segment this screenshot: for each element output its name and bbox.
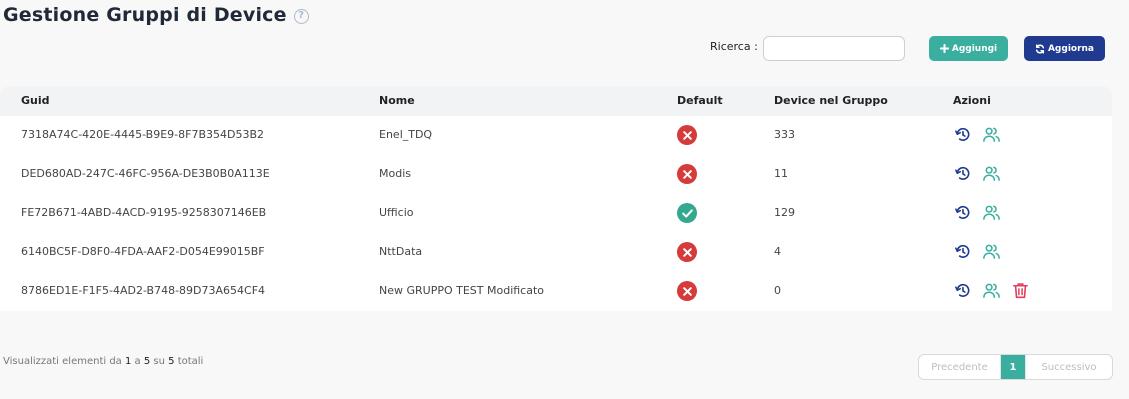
cell-guid: DED680AD-247C-46FC-956A-DE3B0B0A113E — [21, 167, 270, 180]
x-circle-icon — [677, 242, 697, 262]
trash-icon — [1011, 281, 1030, 300]
column-header-default[interactable]: Default — [677, 94, 723, 107]
table-row: 8786ED1E-F1F5-4AD2-B748-89D73A654CF4 New… — [0, 272, 1112, 311]
users-icon — [982, 242, 1001, 261]
cell-device-count: 333 — [774, 128, 795, 141]
cell-device-count: 0 — [774, 284, 781, 297]
cell-guid: 8786ED1E-F1F5-4AD2-B748-89D73A654CF4 — [21, 284, 266, 297]
cell-actions — [953, 125, 1001, 144]
users-button[interactable] — [982, 281, 1001, 300]
refresh-icon — [1035, 43, 1045, 54]
pagination-previous-button[interactable]: Precedente — [919, 355, 1001, 379]
cell-default — [677, 125, 697, 145]
users-icon — [982, 281, 1001, 300]
table-info: Visualizzati elementi da 1 a 5 su 5 tota… — [3, 356, 203, 367]
cell-actions — [953, 281, 1030, 300]
users-icon — [982, 203, 1001, 222]
cell-guid: FE72B671-4ABD-4ACD-9195-9258307146EB — [21, 206, 267, 219]
device-groups-table: Guid Nome Default Device nel Gruppo Azio… — [0, 86, 1112, 311]
cell-nome: Modis — [379, 167, 411, 180]
users-icon — [982, 164, 1001, 183]
users-icon — [982, 125, 1001, 144]
history-icon — [953, 242, 972, 261]
history-icon — [953, 164, 972, 183]
users-button[interactable] — [982, 203, 1001, 222]
cell-device-count: 129 — [774, 206, 795, 219]
table-info-mid2: su — [150, 356, 169, 367]
x-circle-icon — [677, 281, 697, 301]
table-body: 7318A74C-420E-4445-B9E9-8F7B354D53B2 Ene… — [0, 116, 1112, 311]
cell-default — [677, 242, 697, 262]
delete-button[interactable] — [1011, 281, 1030, 300]
table-info-suffix: totali — [174, 356, 204, 367]
page-title: Gestione Gruppi di Device — [3, 4, 287, 26]
cell-actions — [953, 203, 1001, 222]
cell-guid: 6140BC5F-D8F0-4FDA-AAF2-D054E99015BF — [21, 245, 265, 258]
table-info-prefix: Visualizzati elementi da — [3, 356, 125, 367]
history-button[interactable] — [953, 164, 972, 183]
refresh-button-label: Aggiorna — [1047, 43, 1095, 54]
table-row: FE72B671-4ABD-4ACD-9195-9258307146EB Uff… — [0, 194, 1112, 233]
column-header-guid[interactable]: Guid — [21, 94, 50, 107]
x-circle-icon — [677, 125, 697, 145]
table-row: DED680AD-247C-46FC-956A-DE3B0B0A113E Mod… — [0, 155, 1112, 194]
cell-guid: 7318A74C-420E-4445-B9E9-8F7B354D53B2 — [21, 128, 264, 141]
cell-default — [677, 281, 697, 301]
cell-device-count: 4 — [774, 245, 781, 258]
page-title-container: Gestione Gruppi di Device ? — [3, 4, 309, 26]
column-header-nome[interactable]: Nome — [379, 94, 415, 107]
pagination: Precedente 1 Successivo — [918, 354, 1113, 380]
cell-nome: Ufficio — [379, 206, 414, 219]
history-icon — [953, 125, 972, 144]
users-button[interactable] — [982, 164, 1001, 183]
table-header: Guid Nome Default Device nel Gruppo Azio… — [0, 86, 1112, 116]
cell-nome: NttData — [379, 245, 423, 258]
pagination-next-button[interactable]: Successivo — [1025, 355, 1112, 379]
search-label: Ricerca : — [710, 40, 758, 53]
cell-default — [677, 164, 697, 184]
cell-nome: Enel_TDQ — [379, 128, 433, 141]
column-header-device-count[interactable]: Device nel Gruppo — [774, 94, 888, 107]
history-icon — [953, 203, 972, 222]
cell-default — [677, 203, 697, 223]
column-header-azioni: Azioni — [953, 94, 991, 107]
check-circle-icon — [677, 203, 697, 223]
table-row: 6140BC5F-D8F0-4FDA-AAF2-D054E99015BF Ntt… — [0, 233, 1112, 272]
table-row: 7318A74C-420E-4445-B9E9-8F7B354D53B2 Ene… — [0, 116, 1112, 155]
x-circle-icon — [677, 164, 697, 184]
users-button[interactable] — [982, 242, 1001, 261]
add-button-label: Aggiungi — [951, 43, 998, 54]
users-button[interactable] — [982, 125, 1001, 144]
cell-actions — [953, 164, 1001, 183]
question-circle-icon[interactable]: ? — [293, 9, 309, 24]
history-icon — [953, 281, 972, 300]
history-button[interactable] — [953, 125, 972, 144]
add-button[interactable]: Aggiungi — [929, 36, 1008, 61]
pagination-page-1[interactable]: 1 — [1001, 355, 1025, 379]
table-info-mid1: a — [131, 356, 144, 367]
cell-nome: New GRUPPO TEST Modificato — [379, 284, 545, 297]
history-button[interactable] — [953, 203, 972, 222]
history-button[interactable] — [953, 281, 972, 300]
refresh-button[interactable]: Aggiorna — [1024, 36, 1105, 61]
history-button[interactable] — [953, 242, 972, 261]
plus-icon — [939, 44, 949, 53]
search-input[interactable] — [763, 36, 905, 61]
cell-device-count: 11 — [774, 167, 788, 180]
cell-actions — [953, 242, 1001, 261]
